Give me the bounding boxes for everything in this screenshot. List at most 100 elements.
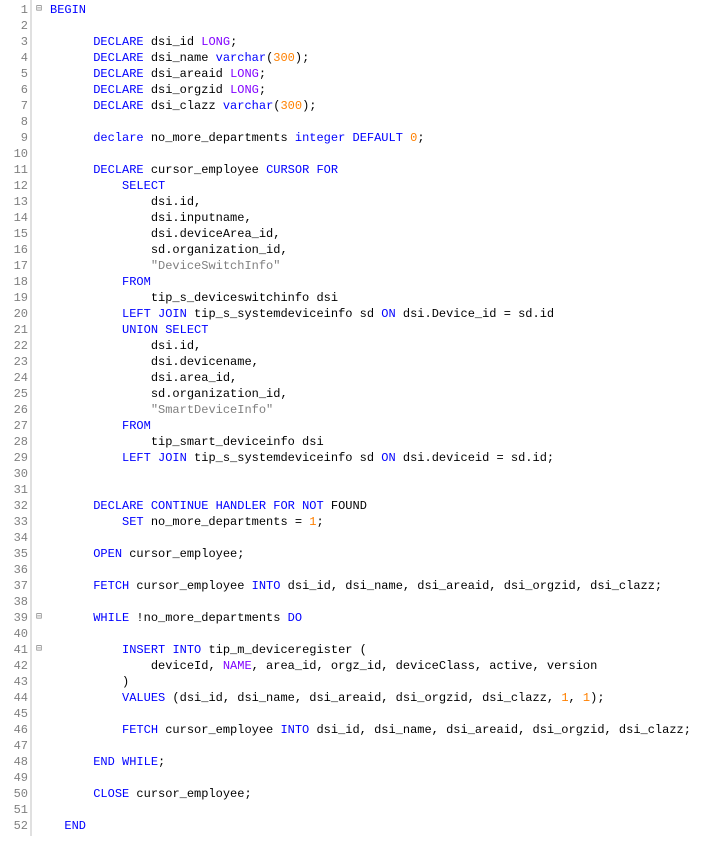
token-kw: BEGIN [50,3,86,17]
token-id: cursor_employee [129,579,251,593]
fold-marker[interactable]: ⊟ [32,642,46,658]
fold-marker [32,434,46,450]
line-number: 42 [6,658,28,674]
code-line: DECLARE cursor_employee CURSOR FOR [50,162,691,178]
fold-marker [32,338,46,354]
token-kw: SELECT [165,323,208,337]
code-line: dsi.inputname, [50,210,691,226]
token-kw: DECLARE [93,51,143,65]
fold-marker [32,66,46,82]
fold-marker [32,306,46,322]
line-number: 14 [6,210,28,226]
code-line [50,802,691,818]
token-punc: ; [417,131,424,145]
token-id: dsi_areaid [144,67,230,81]
fold-gutter: ⊟ ⊟ ⊟ [31,0,46,836]
token-kw: DECLARE [93,99,143,113]
fold-marker [32,562,46,578]
code-line [50,626,691,642]
fold-marker [32,386,46,402]
line-number: 8 [6,114,28,130]
line-number: 3 [6,34,28,50]
line-number: 40 [6,626,28,642]
token-kw: FETCH [122,723,158,737]
code-line [50,146,691,162]
token-id: cursor_employee [144,163,266,177]
line-number: 49 [6,770,28,786]
line-number: 41 [6,642,28,658]
fold-marker[interactable]: ⊟ [32,2,46,18]
code-line [50,706,691,722]
fold-marker [32,242,46,258]
token-str: "SmartDeviceInfo" [151,403,273,417]
token-id: sd.organization_id, [151,243,288,257]
token-kw: CURSOR [266,163,309,177]
token-kw: DECLARE [93,67,143,81]
token-id: dsi.deviceArea_id, [151,227,281,241]
token-kw: integer [295,131,345,145]
line-number-gutter: 1234567891011121314151617181920212223242… [0,0,31,836]
fold-marker [32,322,46,338]
token-kw: END [93,755,115,769]
token-kw: JOIN [158,451,187,465]
fold-marker [32,50,46,66]
token-id: dsi_clazz [144,99,223,113]
token-id: tip_s_systemdeviceinfo sd [187,451,381,465]
fold-marker [32,34,46,50]
line-number: 27 [6,418,28,434]
fold-marker [32,786,46,802]
fold-marker[interactable]: ⊟ [32,610,46,626]
code-line: OPEN cursor_employee; [50,546,691,562]
code-line: dsi.area_id, [50,370,691,386]
code-line [50,770,691,786]
line-number: 36 [6,562,28,578]
line-number: 44 [6,690,28,706]
fold-marker [32,82,46,98]
token-id [295,499,302,513]
fold-marker [32,546,46,562]
token-str: "DeviceSwitchInfo" [151,259,281,273]
line-number: 28 [6,434,28,450]
line-number: 50 [6,786,28,802]
code-line [50,466,691,482]
token-kw: FROM [122,419,151,433]
token-id: , area_id, orgz_id, deviceClass, active,… [252,659,598,673]
token-id: (dsi_id, dsi_name, dsi_areaid, dsi_orgzi… [165,691,561,705]
code-line: UNION SELECT [50,322,691,338]
token-kw: INTO [280,723,309,737]
line-number: 18 [6,274,28,290]
token-kw: VALUES [122,691,165,705]
token-punc: ; [158,755,165,769]
code-line: dsi.deviceArea_id, [50,226,691,242]
line-number: 19 [6,290,28,306]
token-kw: DECLARE [93,35,143,49]
line-number: 37 [6,578,28,594]
line-number: 32 [6,498,28,514]
line-number: 12 [6,178,28,194]
line-number: 47 [6,738,28,754]
fold-marker [32,818,46,834]
fold-marker [32,674,46,690]
fold-marker [32,770,46,786]
token-id: dsi.area_id, [151,371,237,385]
token-punc: ; [230,35,237,49]
token-id [151,307,158,321]
code-line: DECLARE dsi_orgzid LONG; [50,82,691,98]
token-kw: JOIN [158,307,187,321]
line-number: 33 [6,514,28,530]
line-number: 15 [6,226,28,242]
token-id [345,131,352,145]
line-number: 39 [6,610,28,626]
line-number: 5 [6,66,28,82]
fold-marker [32,482,46,498]
code-line: FROM [50,274,691,290]
token-id: tip_m_deviceregister ( [201,643,367,657]
code-line: LEFT JOIN tip_s_systemdeviceinfo sd ON d… [50,450,691,466]
token-id [144,499,151,513]
code-line: DECLARE dsi_id LONG; [50,34,691,50]
line-number: 52 [6,818,28,834]
token-num: 300 [280,99,302,113]
token-id: dsi.id, [151,195,201,209]
token-kw: OPEN [93,547,122,561]
fold-marker [32,258,46,274]
